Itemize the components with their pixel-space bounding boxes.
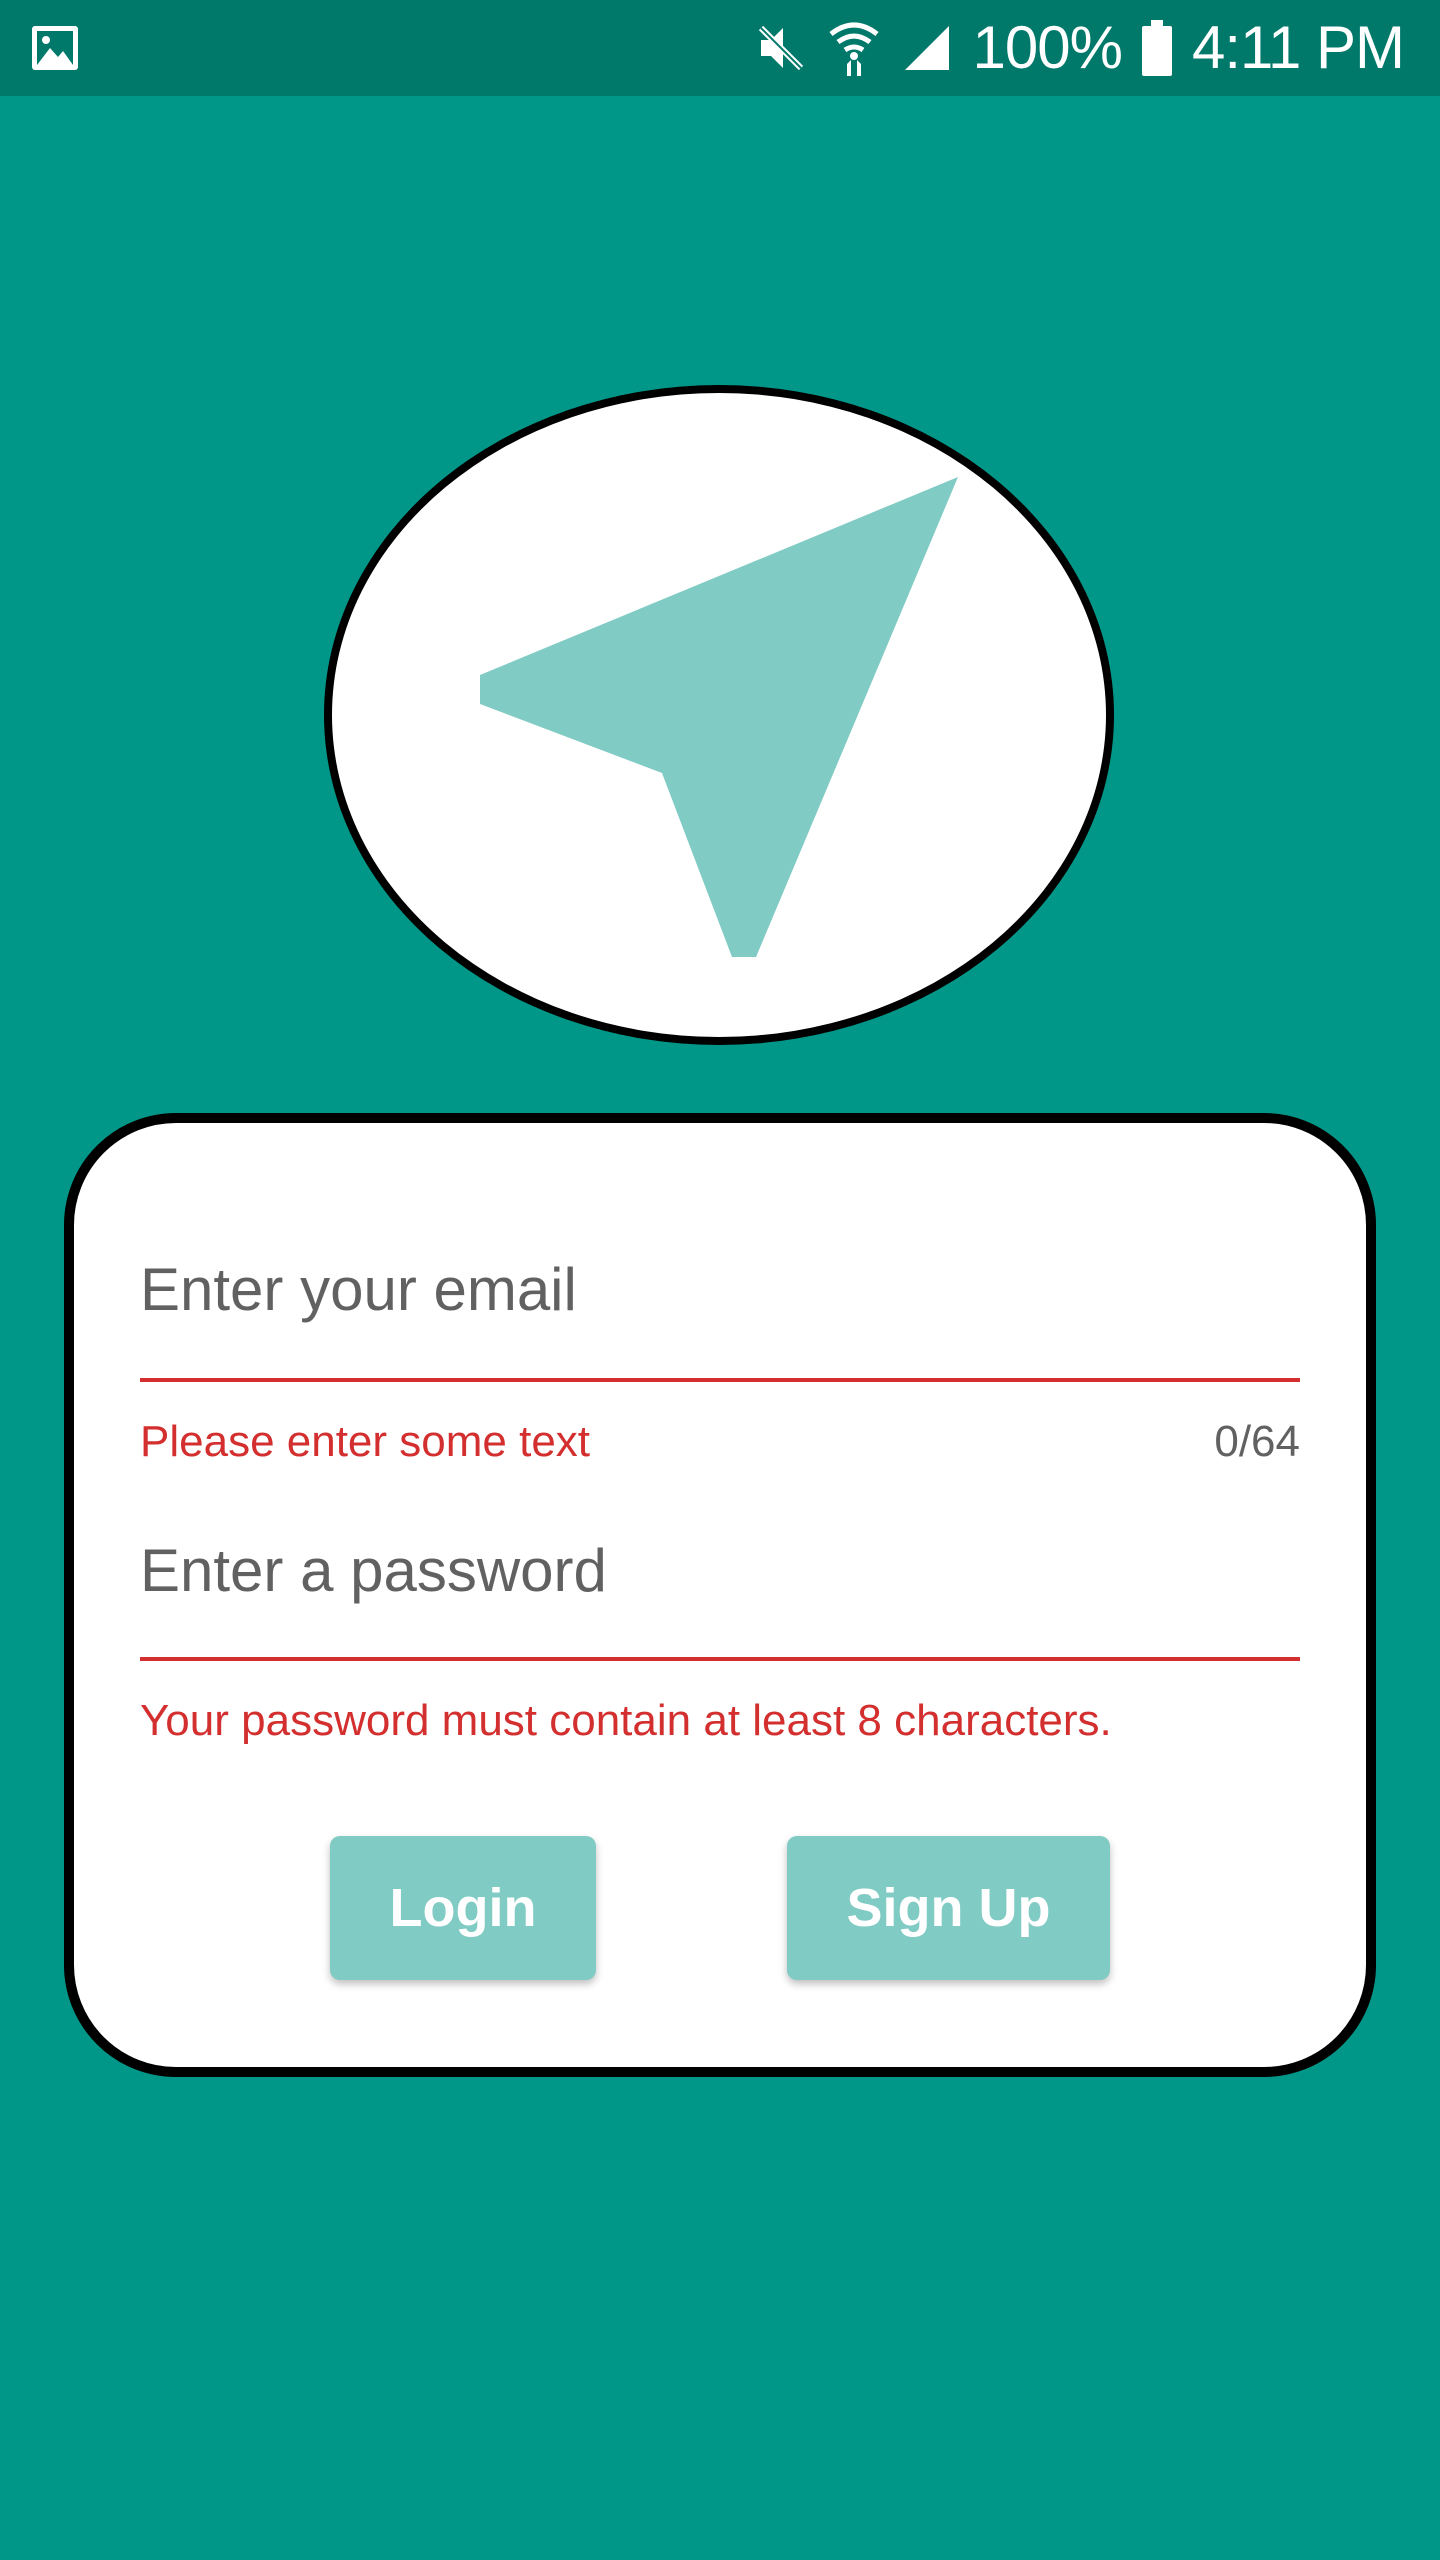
battery-icon xyxy=(1142,20,1172,76)
login-button[interactable]: Login xyxy=(330,1836,596,1980)
password-input[interactable]: Enter a password xyxy=(140,1535,1300,1607)
mute-icon xyxy=(758,25,803,71)
status-bar: 100% 4:11 PM xyxy=(0,0,1440,96)
password-error: Your password must contain at least 8 ch… xyxy=(140,1696,1112,1745)
status-right: 100% 4:11 PM xyxy=(755,0,1405,96)
logo-badge xyxy=(324,385,1114,1045)
signal-icon xyxy=(904,26,949,70)
email-counter: 0/64 xyxy=(1214,1417,1300,1466)
clock: 4:11 PM xyxy=(1192,14,1405,81)
signup-button[interactable]: Sign Up xyxy=(787,1836,1110,1980)
wifi-icon xyxy=(828,22,879,76)
image-icon xyxy=(32,26,78,70)
password-field: Enter a password Your password must cont… xyxy=(140,1521,1300,1771)
email-input[interactable]: Enter your email xyxy=(140,1254,1300,1326)
battery-percent: 100% xyxy=(972,14,1123,81)
password-underline xyxy=(140,1657,1300,1661)
email-underline xyxy=(140,1378,1300,1382)
email-error: Please enter some text xyxy=(140,1417,591,1466)
email-field: Enter your email Please enter some text … xyxy=(140,1240,1300,1490)
